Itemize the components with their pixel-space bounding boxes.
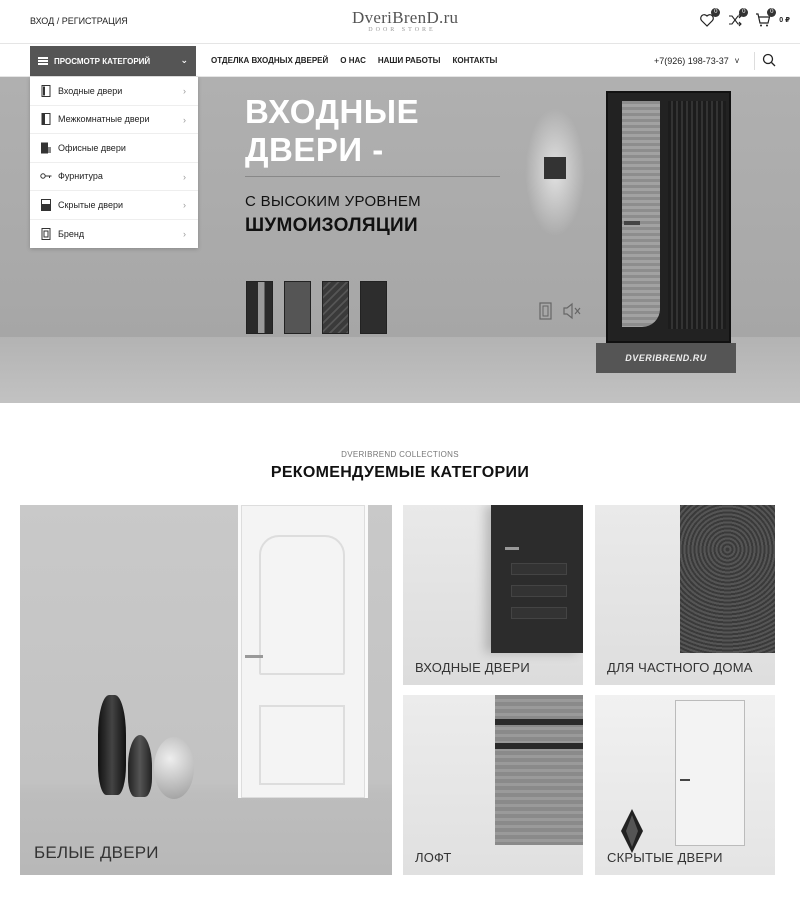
nav-link-contacts[interactable]: КОНТАКТЫ [453, 56, 498, 65]
category-label: Межкомнатные двери [58, 114, 150, 125]
category-label: Офисные двери [58, 142, 126, 153]
chevron-right-icon: › [183, 114, 186, 125]
door-wood-panel [622, 101, 660, 327]
menu-icon [38, 57, 48, 65]
door-variant-thumb-4[interactable] [360, 281, 387, 334]
cart-button[interactable]: 0 [755, 8, 777, 28]
cart-total[interactable]: 0 ₽ [779, 16, 790, 24]
category-card-label: ЛОФТ [415, 850, 452, 865]
brand-icon [41, 227, 51, 240]
vase-tall [98, 695, 126, 795]
hero-title-line-1: ВХОДНЫЕ [245, 93, 420, 130]
browse-categories-label: ПРОСМОТР КАТЕГОРИЙ [54, 56, 151, 66]
nav-link-about[interactable]: О НАС [340, 56, 366, 65]
category-card-label: СКРЫТЫЕ ДВЕРИ [607, 850, 723, 865]
loft-door-image [495, 695, 583, 845]
category-entrance-doors[interactable]: Входные двери › [30, 77, 198, 106]
door-panel-top [259, 535, 345, 675]
category-label: Входные двери [58, 85, 123, 96]
chevron-right-icon: › [183, 200, 186, 210]
door-handle [505, 547, 519, 550]
door-mat: DVERIBREND.RU [596, 343, 736, 373]
collections-title: РЕКОМЕНДУЕМЫЕ КАТЕГОРИИ [270, 464, 530, 481]
category-card-hidden-doors[interactable]: СКРЫТЫЕ ДВЕРИ [595, 695, 775, 875]
door-icon [41, 84, 51, 97]
wishlist-button[interactable]: 0 [699, 8, 721, 28]
category-card-entrance-doors[interactable]: ВХОДНЫЕ ДВЕРИ [403, 505, 583, 685]
hero-title: ВХОДНЫЕ ДВЕРИ - [245, 93, 419, 169]
logo-main-text: DveriBrenD.ru [352, 8, 459, 27]
door-variant-thumb-1[interactable] [246, 281, 273, 334]
ornate-door-image [680, 505, 775, 653]
top-bar: ВХОД / РЕГИСТРАЦИЯ DveriBrenD.ru DOOR ST… [0, 0, 800, 44]
cart-count-badge: 0 [767, 8, 777, 17]
phone-number[interactable]: +7(926) 198-73-37 [654, 56, 729, 66]
category-card-label: БЕЛЫЕ ДВЕРИ [34, 843, 159, 862]
category-hardware[interactable]: Фурнитура › [30, 163, 198, 191]
site-logo[interactable]: DveriBrenD.ru DOOR STORE [352, 8, 459, 33]
collections-overline: DVERIBREND COLLECTIONS [341, 450, 459, 459]
door-variant-thumbnails [246, 281, 387, 334]
compare-count-badge: 0 [739, 8, 749, 17]
interior-door-icon [41, 113, 51, 126]
vase-round [154, 737, 194, 799]
hero-subtitle-line-1: С ВЫСОКИМ УРОВНЕМ [245, 193, 421, 210]
hero-title-line-2: ДВЕРИ - [245, 131, 384, 168]
wall-lamp [544, 157, 566, 179]
category-hidden-doors[interactable]: Скрытые двери › [30, 191, 198, 220]
category-card-private-house[interactable]: ДЛЯ ЧАСТНОГО ДОМА [595, 505, 775, 685]
category-label: Скрытые двери [58, 199, 123, 210]
door-view-icon[interactable] [538, 302, 554, 320]
browse-categories-button[interactable]: ПРОСМОТР КАТЕГОРИЙ ⌄ [30, 46, 196, 76]
search-icon[interactable] [762, 53, 776, 67]
hero-divider [245, 176, 500, 177]
hero-subtitle-line-2: ШУМОИЗОЛЯЦИИ [245, 215, 418, 236]
chevron-right-icon: › [183, 171, 186, 182]
door-handle [624, 221, 640, 225]
loft-band [495, 743, 583, 749]
compare-button[interactable]: 0 [727, 8, 749, 28]
main-nav-bar: ПРОСМОТР КАТЕГОРИЙ ⌄ ОТДЕЛКА ВХОДНЫХ ДВЕ… [0, 44, 800, 77]
login-register-link[interactable]: ВХОД / РЕГИСТРАЦИЯ [30, 16, 128, 26]
nav-link-door-finishing[interactable]: ОТДЕЛКА ВХОДНЫХ ДВЕРЕЙ [211, 56, 328, 65]
category-label: Бренд [58, 228, 85, 239]
door-inset [511, 585, 567, 597]
door-variant-thumb-3[interactable] [322, 281, 349, 334]
vase-medium [128, 735, 152, 797]
category-brand[interactable]: Бренд › [30, 220, 198, 249]
phone-dropdown-toggle[interactable]: v [735, 56, 739, 65]
header-actions: 0 0 0 0 ₽ [699, 8, 790, 28]
office-door-icon [41, 142, 51, 154]
hidden-door-image [675, 700, 745, 846]
door-stripe-panel [668, 101, 726, 329]
category-interior-doors[interactable]: Межкомнатные двери › [30, 106, 198, 134]
key-icon [40, 173, 52, 179]
white-door-image [238, 505, 368, 798]
wishlist-count-badge: 0 [711, 8, 721, 17]
nav-links: ОТДЕЛКА ВХОДНЫХ ДВЕРЕЙ О НАС НАШИ РАБОТЫ… [211, 56, 497, 65]
door-handle [245, 655, 263, 658]
category-label: Фурнитура [58, 171, 103, 182]
door-handle [680, 779, 690, 781]
dark-door-image [491, 505, 583, 653]
entrance-door-image [606, 91, 731, 343]
mute-icon[interactable] [562, 302, 582, 320]
category-office-doors[interactable]: Офисные двери [30, 134, 198, 163]
door-inset [511, 607, 567, 619]
nav-link-our-works[interactable]: НАШИ РАБОТЫ [378, 56, 441, 65]
category-card-white-doors[interactable]: БЕЛЫЕ ДВЕРИ [20, 505, 392, 875]
category-card-loft[interactable]: ЛОФТ [403, 695, 583, 875]
chevron-right-icon: › [183, 228, 186, 239]
door-variant-thumb-2[interactable] [284, 281, 311, 334]
chevron-down-icon: ⌄ [180, 55, 188, 65]
chevron-right-icon: › [183, 86, 186, 96]
door-panel-bottom [259, 705, 345, 785]
category-card-label: ДЛЯ ЧАСТНОГО ДОМА [607, 660, 753, 675]
category-card-label: ВХОДНЫЕ ДВЕРИ [415, 660, 530, 675]
door-inset [511, 563, 567, 575]
categories-dropdown: Входные двери › Межкомнатные двери › Офи… [30, 77, 198, 248]
loft-band [495, 719, 583, 725]
nav-divider [754, 52, 755, 70]
hidden-door-icon [41, 198, 51, 211]
